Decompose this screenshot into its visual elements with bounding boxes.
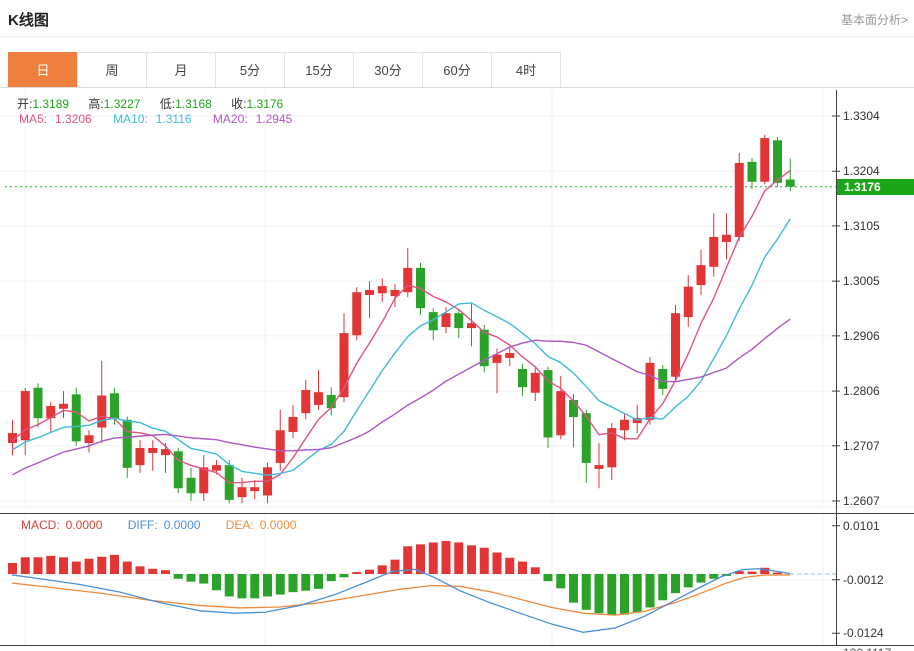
dea-label: DEA: <box>226 518 254 532</box>
next-pane-partial-label: 100.1117 <box>843 646 891 651</box>
ma10-value: 1.3116 <box>156 112 192 126</box>
price-tick-label: 1.3304 <box>843 109 880 123</box>
tab-week[interactable]: 周 <box>77 52 147 88</box>
tab-4hour[interactable]: 4时 <box>491 52 561 88</box>
ohlc-readout: 开:1.3189 高:1.3227 低:1.3168 收:1.3176 <box>17 95 299 112</box>
price-tick-label: 1.2607 <box>843 494 880 508</box>
price-tick-label: 1.2806 <box>843 384 880 398</box>
open-label: 开: <box>17 97 32 111</box>
header-divider <box>0 36 914 37</box>
macd-tick-label: -0.0012 <box>843 573 884 587</box>
dea-value: 0.0000 <box>260 518 297 532</box>
macd-histogram <box>8 541 782 615</box>
tab-30min[interactable]: 30分 <box>353 52 423 88</box>
tab-month[interactable]: 月 <box>146 52 216 88</box>
period-tabs: 日 周 月 5分 15分 30分 60分 4时 <box>8 52 561 88</box>
low-value: 1.3168 <box>175 97 212 111</box>
ma5-label: MA5: <box>19 112 47 126</box>
macd-readout: MACD: 0.0000 DIFF: 0.0000 DEA: 0.0000 <box>21 518 302 532</box>
macd-label: MACD: <box>21 518 60 532</box>
macd-tick-label: -0.0124 <box>843 626 884 640</box>
fundamental-analysis-link[interactable]: 基本面分析> <box>841 11 908 28</box>
ma5-value: 1.3206 <box>55 112 92 126</box>
chart-canvas[interactable] <box>0 90 914 651</box>
tabs-underline <box>0 87 914 88</box>
close-value: 1.3176 <box>247 97 284 111</box>
candles-layer <box>8 135 795 503</box>
price-tick-label: 1.3204 <box>843 164 880 178</box>
macd-value: 0.0000 <box>66 518 103 532</box>
diff-value: 0.0000 <box>164 518 201 532</box>
close-label: 收: <box>231 97 246 111</box>
ma-readout: MA5: 1.3206 MA10: 1.3116 MA20: 1.2945 <box>19 112 300 126</box>
price-tick-label: 1.3005 <box>843 274 880 288</box>
tab-day[interactable]: 日 <box>8 52 78 88</box>
macd-tick-label: 0.0101 <box>843 519 880 533</box>
diff-label: DIFF: <box>128 518 158 532</box>
ma10-label: MA10: <box>113 112 148 126</box>
tab-5min[interactable]: 5分 <box>215 52 285 88</box>
price-tick-label: 1.2707 <box>843 439 880 453</box>
tab-15min[interactable]: 15分 <box>284 52 354 88</box>
price-axis-line <box>832 90 840 645</box>
price-tick-label: 1.3105 <box>843 219 880 233</box>
ma20-value: 1.2945 <box>256 112 293 126</box>
high-label: 高: <box>88 97 103 111</box>
open-value: 1.3189 <box>32 97 69 111</box>
high-value: 1.3227 <box>104 97 141 111</box>
tab-60min[interactable]: 60分 <box>422 52 492 88</box>
price-tick-label: 1.2906 <box>843 329 880 343</box>
current-price-badge: 1.3176 <box>837 179 914 195</box>
kline-chart-widget: K线图 基本面分析> 日 周 月 5分 15分 30分 60分 4时 开:1.3… <box>0 0 914 651</box>
ma20-label: MA20: <box>213 112 248 126</box>
page-title: K线图 <box>8 9 49 30</box>
low-label: 低: <box>160 97 175 111</box>
